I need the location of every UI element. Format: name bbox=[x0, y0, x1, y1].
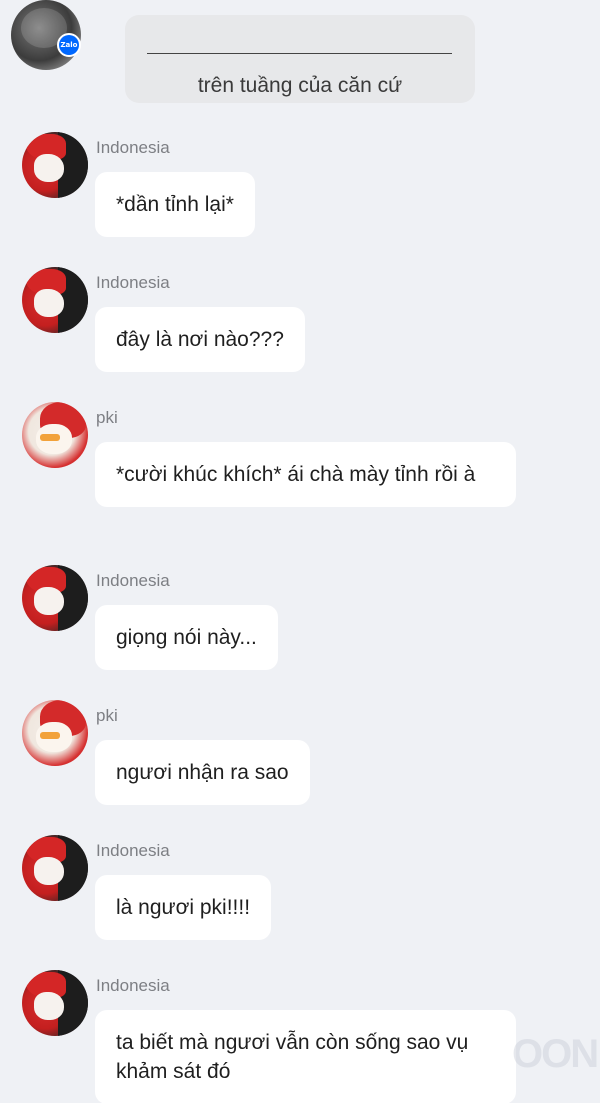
system-message-text: trên tuầng của căn cứ bbox=[197, 74, 403, 97]
message-bubble[interactable]: giọng nói này... bbox=[95, 605, 278, 670]
avatar-indonesia[interactable] bbox=[22, 132, 88, 198]
message-bubble[interactable]: là ngươi pki!!!! bbox=[95, 875, 272, 940]
message-bubble[interactable]: ngươi nhận ra sao bbox=[95, 740, 310, 805]
message-bubble[interactable]: *dần tỉnh lại* bbox=[95, 172, 255, 237]
zalo-badge-icon: Zalo bbox=[57, 33, 81, 57]
avatar-indonesia[interactable] bbox=[22, 267, 88, 333]
sender-name: Indonesia bbox=[96, 571, 170, 590]
avatar-pki[interactable] bbox=[22, 402, 88, 468]
sender-name: Indonesia bbox=[96, 138, 170, 157]
watermark: OON bbox=[512, 1032, 599, 1076]
avatar-indonesia[interactable] bbox=[22, 970, 88, 1036]
message-bubble[interactable]: *cười khúc khích* ái chà mày tỉnh rồi à bbox=[95, 442, 516, 507]
system-message: trên tuầng của căn cứ bbox=[125, 15, 475, 103]
sender-name: Indonesia bbox=[96, 273, 170, 292]
message-bubble[interactable]: đây là nơi nào??? bbox=[95, 307, 305, 372]
avatar-pki[interactable] bbox=[22, 700, 88, 766]
sender-name: pki bbox=[96, 706, 118, 725]
sender-name: pki bbox=[96, 408, 118, 427]
avatar-indonesia[interactable] bbox=[22, 565, 88, 631]
system-divider-line bbox=[147, 53, 452, 54]
zalo-badge-label: Zalo bbox=[59, 35, 79, 55]
message-bubble[interactable]: ta biết mà ngươi vẫn còn sống sao vụ khả… bbox=[95, 1010, 516, 1103]
sender-name: Indonesia bbox=[96, 841, 170, 860]
sender-name: Indonesia bbox=[96, 976, 170, 995]
avatar-indonesia[interactable] bbox=[22, 835, 88, 901]
